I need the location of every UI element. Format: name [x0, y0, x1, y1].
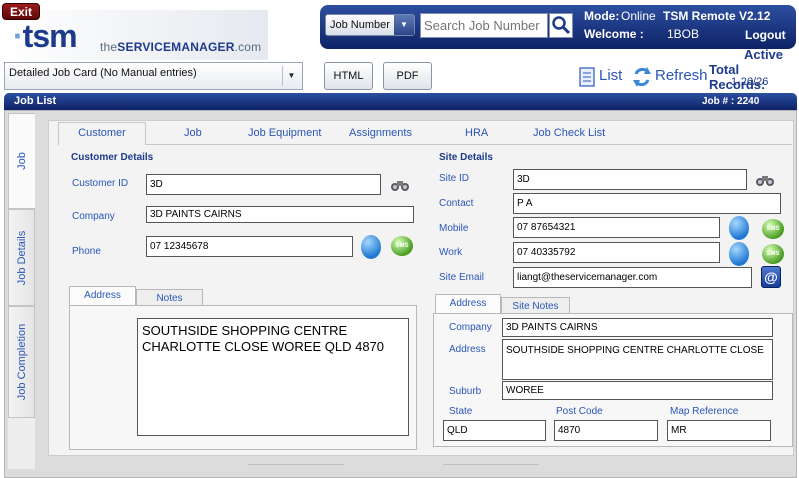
suburb-label: Suburb [449, 386, 482, 397]
site-id-field[interactable]: 3D [513, 169, 747, 190]
customer-details-title: Customer Details [71, 152, 154, 163]
tab-divider [58, 144, 792, 145]
site-company-label: Company [449, 322, 492, 333]
job-card-select[interactable]: Detailed Job Card (No Manual entries) ▼ [4, 62, 303, 90]
job-card-value: Detailed Job Card (No Manual entries) [9, 67, 197, 79]
map-reference-label: Map Reference [670, 406, 739, 417]
job-list-header [4, 93, 797, 110]
sms-icon[interactable]: SMS [762, 219, 784, 239]
postcode-label: Post Code [556, 406, 603, 417]
tab-job-equipment[interactable]: Job Equipment [248, 127, 321, 139]
customer-id-field[interactable]: 3D [146, 174, 381, 195]
list-link[interactable]: List [599, 67, 622, 84]
company-label: Company [72, 211, 115, 222]
welcome-label: Welcome : [584, 27, 644, 41]
chevron-down-icon: ▼ [282, 66, 300, 86]
phone-icon[interactable] [729, 242, 749, 266]
job-number: Job # : 2240 [702, 96, 760, 107]
state-label: State [449, 406, 473, 417]
footer-divider [248, 464, 344, 465]
sms-icon[interactable]: SMS [762, 244, 784, 264]
tab-customer[interactable]: Customer [58, 122, 146, 145]
mode-value: Online [621, 9, 656, 23]
site-company-field[interactable]: 3D PAINTS CAIRNS [502, 318, 773, 337]
chevron-down-icon: ▼ [394, 15, 414, 35]
mobile-field[interactable]: 07 87654321 [513, 217, 720, 238]
suburb-field[interactable]: WOREE [502, 381, 773, 400]
logo: ·tsm [13, 18, 78, 54]
side-tab-job-details[interactable]: Job Details [8, 209, 35, 306]
work-label: Work [439, 247, 463, 258]
customer-address-field[interactable]: SOUTHSIDE SHOPPING CENTRE CHARLOTTE CLOS… [137, 318, 409, 436]
search-type-select[interactable]: Job Number ▼ [325, 14, 415, 36]
mobile-label: Mobile [439, 223, 469, 234]
contact-label: Contact [439, 198, 474, 209]
work-field[interactable]: 07 40335792 [513, 242, 720, 263]
app-version: TSM Remote V2.12 [663, 9, 771, 23]
phone-icon[interactable] [361, 235, 381, 259]
customer-id-label: Customer ID [72, 178, 129, 189]
search-input[interactable] [420, 13, 548, 38]
state-field[interactable]: QLD [443, 420, 546, 441]
search-icon [552, 16, 571, 35]
status-badge: Active [744, 47, 784, 62]
tab-assignments[interactable]: Assignments [349, 127, 412, 139]
map-reference-field[interactable]: MR [667, 420, 771, 441]
tab-job-check-list[interactable]: Job Check List [533, 127, 605, 139]
side-tab-job-completion[interactable]: Job Completion [8, 306, 35, 418]
total-records-value: 1-26/26 [731, 76, 769, 88]
list-icon[interactable] [579, 67, 595, 87]
mode-label: Mode: [584, 9, 620, 23]
search-type-value: Job Number [330, 19, 390, 31]
phone-label: Phone [72, 246, 101, 257]
logo-tagline: theSERVICEMANAGER.com [100, 40, 262, 54]
site-id-label: Site ID [439, 173, 470, 184]
footer-divider [443, 464, 539, 465]
site-address-tab[interactable]: Address [435, 294, 501, 314]
phone-icon[interactable] [729, 216, 749, 240]
tab-hra[interactable]: HRA [465, 127, 488, 139]
customer-address-tab[interactable]: Address [69, 286, 136, 306]
exit-button[interactable]: Exit [2, 3, 40, 20]
phone-field[interactable]: 07 12345678 [146, 236, 353, 257]
site-address-label: Address [449, 344, 486, 355]
contact-field[interactable]: P A [513, 193, 781, 214]
logout-link[interactable]: Logout [745, 28, 786, 42]
html-button[interactable]: HTML [324, 62, 373, 90]
refresh-icon[interactable] [632, 66, 652, 88]
side-tab-job[interactable]: Job [8, 113, 35, 209]
refresh-link[interactable]: Refresh [655, 67, 708, 84]
pdf-button[interactable]: PDF [383, 62, 432, 90]
site-email-label: Site Email [439, 272, 485, 283]
site-address-field[interactable]: SOUTHSIDE SHOPPING CENTRE CHARLOTTE CLOS… [502, 339, 773, 380]
site-details-title: Site Details [439, 152, 493, 163]
sms-icon[interactable]: SMS [391, 236, 413, 256]
binoculars-icon[interactable] [390, 178, 410, 192]
company-field[interactable]: 3D PAINTS CAIRNS [146, 206, 414, 223]
search-button[interactable] [549, 13, 573, 38]
welcome-user: 1BOB [667, 27, 700, 41]
site-email-field[interactable]: liangt@theservicemanager.com [513, 267, 752, 288]
tab-job[interactable]: Job [184, 127, 202, 139]
job-list-title: Job List [14, 95, 57, 107]
binoculars-icon[interactable] [755, 173, 775, 187]
postcode-field[interactable]: 4870 [554, 420, 658, 441]
email-icon[interactable]: @ [761, 266, 781, 288]
